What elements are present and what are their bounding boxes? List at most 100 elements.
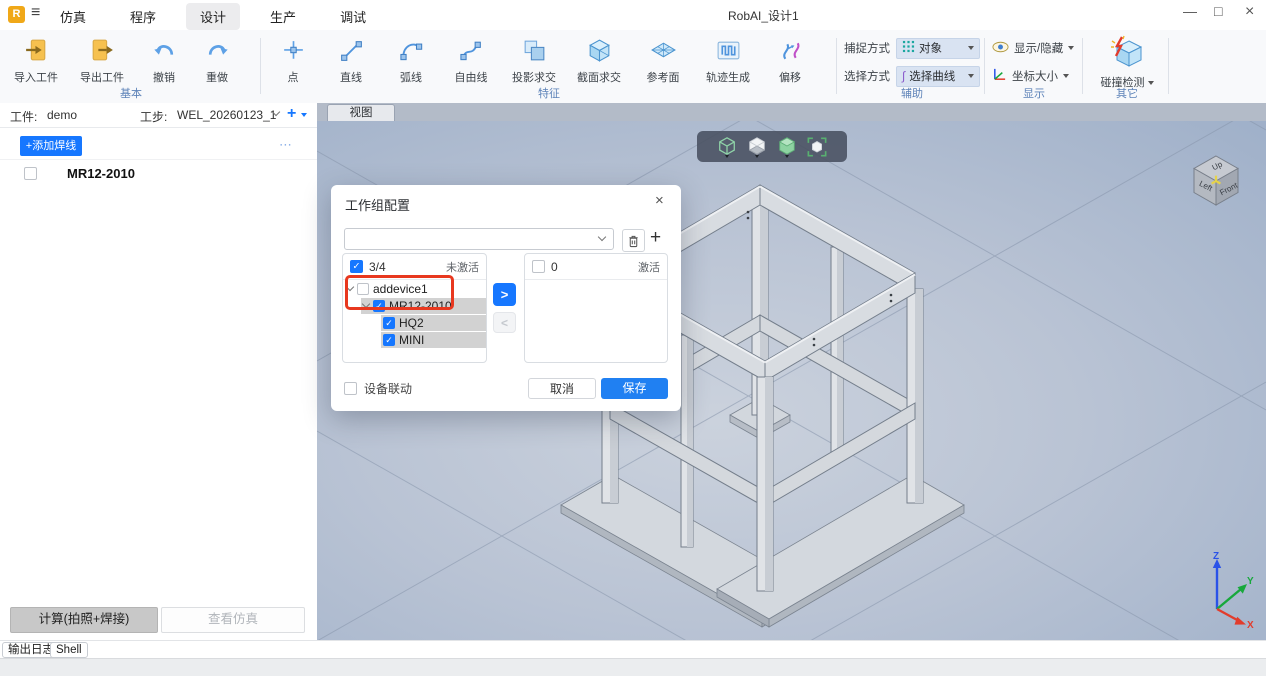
tree-item-mr12[interactable]: MR12-2010 bbox=[343, 297, 486, 314]
add-workgroup-button[interactable]: + bbox=[650, 227, 661, 249]
ribbon-group-label: 显示 bbox=[1023, 88, 1045, 100]
tree-item-hq2[interactable]: HQ2 bbox=[343, 314, 486, 331]
add-workstep-button[interactable]: + bbox=[287, 105, 296, 123]
view-simulation-button[interactable]: 查看仿真 bbox=[161, 607, 305, 633]
wireframe-mode-button[interactable] bbox=[717, 136, 737, 158]
workgroup-combobox[interactable] bbox=[344, 228, 614, 250]
section-intersect-button[interactable]: 截面求交 bbox=[566, 30, 632, 85]
freeform-line-button[interactable]: 自由线 bbox=[440, 30, 502, 85]
fit-view-icon bbox=[807, 137, 827, 156]
select-all-checkbox[interactable] bbox=[350, 260, 363, 273]
active-select-all-checkbox[interactable] bbox=[532, 260, 545, 273]
line-tool-button[interactable]: 直线 bbox=[320, 30, 382, 85]
show-hide-button[interactable]: 显示/隐藏 bbox=[992, 38, 1076, 58]
ribbon-separator bbox=[260, 38, 261, 94]
ribbon-group-label: 其它 bbox=[1116, 88, 1138, 100]
move-to-inactive-button[interactable]: < bbox=[493, 312, 516, 333]
point-tool-button[interactable]: 点 bbox=[266, 30, 320, 85]
tree-item-label: addevice1 bbox=[373, 281, 428, 296]
tool-label: 自由线 bbox=[454, 72, 488, 84]
tool-label: 弧线 bbox=[400, 72, 422, 84]
window-title: RobAI_设计1 bbox=[728, 9, 799, 23]
shell-tab[interactable]: Shell bbox=[50, 642, 88, 658]
tree-item-mini[interactable]: MINI bbox=[343, 331, 486, 348]
chevron-down-icon bbox=[1068, 46, 1075, 50]
view-cube[interactable]: Up Left Front bbox=[1185, 147, 1251, 213]
workgroup-config-dialog: 工作组配置 × + 3/4 未激活 addevice1 MR12-2010 bbox=[331, 185, 681, 411]
menu-tab-simulation[interactable]: 仿真 bbox=[46, 3, 100, 30]
zoom-fit-button[interactable] bbox=[807, 137, 827, 157]
undo-icon bbox=[151, 37, 178, 67]
device-linkage-checkbox[interactable] bbox=[344, 382, 357, 395]
offset-icon bbox=[777, 37, 804, 67]
line-icon bbox=[338, 37, 365, 67]
workpiece-label: 工件: bbox=[10, 110, 38, 124]
shaded-cube-icon bbox=[748, 136, 766, 155]
projection-intersect-button[interactable]: 投影求交 bbox=[502, 30, 566, 85]
left-panel: 工件: demo 工步: WEL_20260123_1 + +添加焊线 ⋯ MR… bbox=[0, 103, 318, 640]
add-weld-line-button[interactable]: +添加焊线 bbox=[20, 136, 82, 156]
undo-button[interactable]: 撤销 bbox=[138, 30, 190, 85]
chevron-down-icon bbox=[968, 46, 974, 50]
weld-item-label: MR12-2010 bbox=[67, 166, 135, 181]
collision-detect-button[interactable]: 碰撞检测 bbox=[1086, 30, 1168, 90]
snap-mode-dropdown[interactable]: 对象 bbox=[896, 37, 980, 59]
dialog-close-icon[interactable]: × bbox=[655, 192, 664, 209]
menu-tab-production[interactable]: 生产 bbox=[256, 3, 310, 30]
import-workpiece-button[interactable]: 导入工件 bbox=[6, 30, 66, 85]
menu-tab-debug[interactable]: 调试 bbox=[326, 3, 380, 30]
app-logo: R bbox=[8, 6, 25, 23]
ribbon-group-display: 显示/隐藏 坐标大小 显示 bbox=[992, 30, 1076, 103]
close-button[interactable]: × bbox=[1245, 3, 1254, 21]
redo-button[interactable]: 重做 bbox=[190, 30, 244, 85]
calculate-button[interactable]: 计算(拍照+焊接) bbox=[10, 607, 158, 633]
trajectory-generate-icon bbox=[715, 37, 742, 67]
mini-checkbox[interactable] bbox=[383, 333, 395, 346]
arc-tool-button[interactable]: 弧线 bbox=[382, 30, 440, 85]
addevice1-checkbox[interactable] bbox=[357, 282, 369, 295]
chevron-down-icon[interactable] bbox=[361, 299, 371, 309]
offset-button[interactable]: 偏移 bbox=[762, 30, 818, 85]
menu-tab-program[interactable]: 程序 bbox=[116, 3, 170, 30]
device-linkage-option[interactable]: 设备联动 bbox=[344, 380, 412, 397]
chevron-down-icon bbox=[755, 154, 759, 158]
ribbon-toolbar: 导入工件 导出工件 撤销 重做 基本 点 直线 弧线 自由线 投影求交 截面求交… bbox=[0, 30, 1266, 104]
render-mode-toolbar bbox=[697, 131, 847, 162]
select-mode-dropdown[interactable]: ∫ 选择曲线 bbox=[896, 65, 980, 87]
tool-label: 撤销 bbox=[153, 72, 175, 84]
delete-workgroup-button[interactable] bbox=[622, 229, 645, 252]
add-workstep-dropdown-icon[interactable] bbox=[301, 113, 307, 117]
move-to-active-button[interactable]: > bbox=[493, 283, 516, 306]
device-linkage-label: 设备联动 bbox=[364, 382, 413, 396]
menu-bar: 仿真 程序 设计 生产 调试 bbox=[46, 3, 380, 30]
workstep-selector[interactable]: WEL_20260123_1 bbox=[177, 108, 276, 122]
weld-item-checkbox[interactable] bbox=[24, 167, 37, 180]
weld-tree-row[interactable]: MR12-2010 bbox=[24, 166, 135, 181]
export-workpiece-button[interactable]: 导出工件 bbox=[66, 30, 138, 85]
save-button[interactable]: 保存 bbox=[601, 378, 668, 399]
tree-item-addevice1[interactable]: addevice1 bbox=[343, 280, 486, 297]
coord-size-button[interactable]: 坐标大小 bbox=[992, 66, 1076, 86]
grid-snap-icon bbox=[902, 40, 915, 56]
tool-label: 偏移 bbox=[779, 72, 801, 84]
mr12-checkbox[interactable] bbox=[373, 299, 385, 312]
hamburger-menu-icon[interactable]: ≡ bbox=[31, 4, 40, 22]
projection-intersect-icon bbox=[521, 37, 548, 67]
cancel-button[interactable]: 取消 bbox=[528, 378, 596, 399]
chevron-down-icon[interactable] bbox=[345, 282, 355, 292]
chevron-down-icon[interactable] bbox=[597, 232, 607, 242]
reference-plane-button[interactable]: 参考面 bbox=[632, 30, 694, 85]
menu-tab-design[interactable]: 设计 bbox=[186, 3, 241, 30]
ribbon-group-other: 碰撞检测 其它 bbox=[1086, 30, 1168, 103]
inactive-device-list: 3/4 未激活 addevice1 MR12-2010 HQ2 MINI bbox=[342, 253, 487, 363]
minimize-button[interactable]: — bbox=[1183, 3, 1197, 19]
view-tab[interactable]: 视图 bbox=[327, 104, 395, 122]
more-options-icon[interactable]: ⋯ bbox=[279, 137, 293, 153]
hq2-checkbox[interactable] bbox=[383, 316, 395, 329]
shaded-edges-mode-button[interactable] bbox=[747, 136, 767, 158]
freeform-line-icon bbox=[458, 37, 485, 67]
solid-mode-button[interactable] bbox=[777, 136, 797, 158]
axes-icon bbox=[992, 67, 1007, 85]
maximize-button[interactable]: □ bbox=[1214, 3, 1222, 19]
trajectory-generate-button[interactable]: 轨迹生成 bbox=[694, 30, 762, 85]
